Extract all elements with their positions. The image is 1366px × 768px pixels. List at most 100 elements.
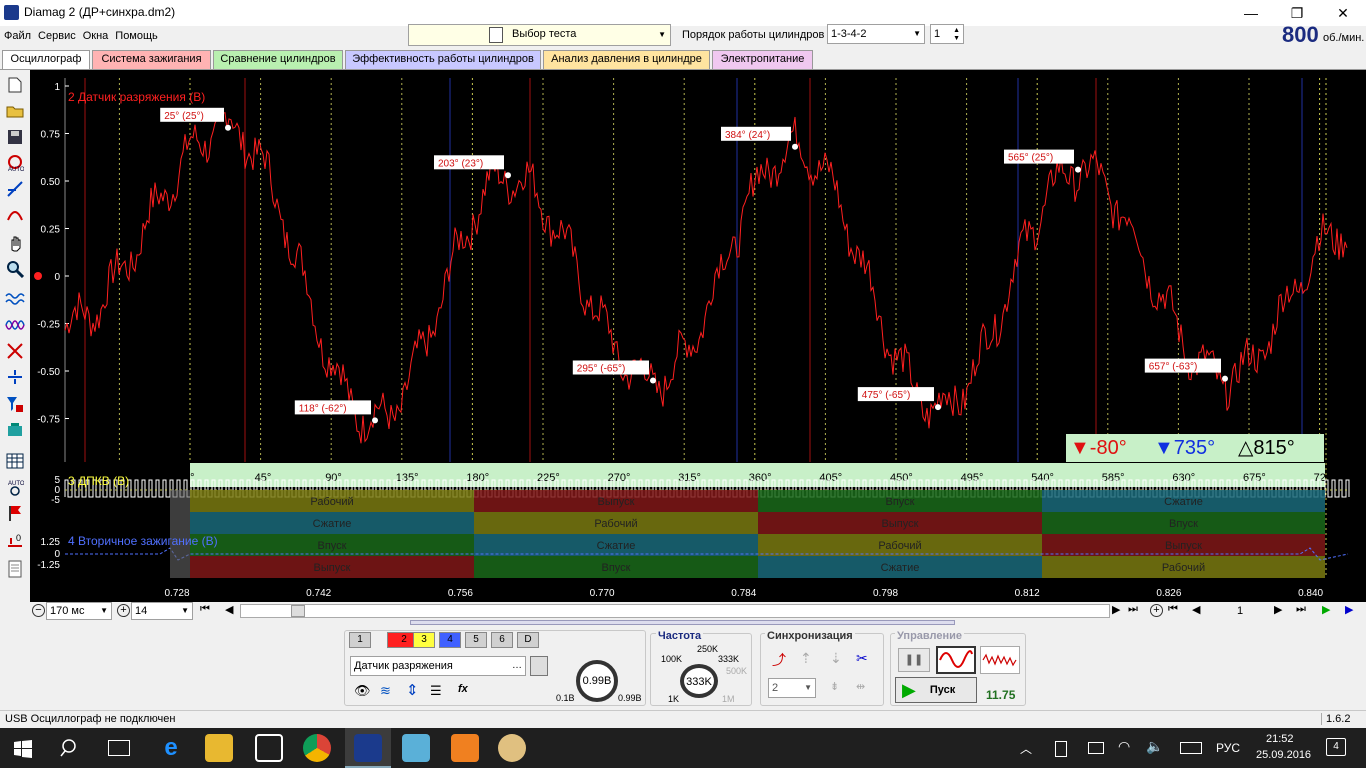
marker-label: 118° (-62°) xyxy=(299,403,347,414)
timebase-select[interactable]: 170 мс ▼ xyxy=(46,602,112,620)
new-file-icon[interactable] xyxy=(4,74,26,96)
keyboard-icon[interactable] xyxy=(1180,742,1202,754)
page-prev-icon[interactable]: ◀ xyxy=(1192,603,1200,616)
expand-icon[interactable] xyxy=(4,340,26,362)
waveform-overlay-icon[interactable] xyxy=(4,288,26,310)
tab-cylinder-efficiency[interactable]: Эффективность работы цилиндров xyxy=(345,50,541,69)
frequency-knob[interactable]: 333K xyxy=(680,664,718,698)
page-next-icon[interactable]: ▶ xyxy=(1274,603,1282,616)
tab-oscilloscope[interactable]: Осциллограф xyxy=(2,50,90,69)
paint-icon[interactable] xyxy=(498,734,526,762)
clock-date: 25.09.2016 xyxy=(1256,749,1312,761)
chrome-icon[interactable] xyxy=(303,734,331,762)
notes-icon[interactable] xyxy=(4,558,26,580)
language-indicator[interactable]: РУС xyxy=(1216,741,1240,755)
freq-label-500k: 500K xyxy=(726,666,748,676)
oscilloscope-view[interactable]: 1 0.75 0.50 0.25 0 -0.25 -0.50 -0.75 25° (25°) 1… xyxy=(30,70,1366,602)
table-icon[interactable] xyxy=(4,450,26,472)
start-button[interactable]: ▶ Пуск xyxy=(895,677,977,703)
maximize-button[interactable]: ❐ xyxy=(1274,2,1320,24)
test-selector[interactable]: Выбор теста ▼ xyxy=(408,24,671,46)
volume-icon[interactable]: 🔈 xyxy=(1146,738,1163,755)
flag-marker-icon[interactable] xyxy=(4,502,26,524)
last-icon[interactable]: ⏭ xyxy=(1128,603,1138,616)
page-last-icon[interactable]: ⏭ xyxy=(1296,603,1306,616)
channel-button-6[interactable]: 6 xyxy=(491,632,513,648)
save-icon[interactable] xyxy=(4,126,26,148)
zoom-in-icon[interactable]: + xyxy=(117,604,130,617)
scrollbar[interactable] xyxy=(240,604,1110,618)
grid-lines-icon[interactable]: ☰ xyxy=(430,683,442,699)
cursor-tool-icon[interactable] xyxy=(4,178,26,200)
diamag-icon[interactable] xyxy=(354,734,382,762)
sensor-config-icon[interactable] xyxy=(530,656,548,676)
menu-windows[interactable]: Окна xyxy=(79,26,112,42)
zoom-out-icon[interactable]: − xyxy=(32,604,45,617)
range-knob[interactable]: 0.99В xyxy=(576,660,618,702)
auto-scale-icon[interactable]: AUTO xyxy=(4,152,26,174)
menu-service[interactable]: Сервис xyxy=(34,26,79,42)
continuous-sweep-button[interactable] xyxy=(980,646,1020,674)
eye-icon[interactable]: 👁 xyxy=(354,683,371,699)
stroke-label: Впуск xyxy=(318,540,347,552)
count-select[interactable]: 14 ▼ xyxy=(131,602,193,620)
app-icon xyxy=(4,5,19,20)
cylinder-order-select[interactable]: 1-3-4-2 ▼ xyxy=(827,24,925,44)
page-first-icon[interactable]: ⏮ xyxy=(1168,603,1178,616)
zoom-icon[interactable] xyxy=(4,258,26,280)
sync-channel-select[interactable]: 2 ▼ xyxy=(768,678,816,698)
sensor-select[interactable]: Датчик разряжения… xyxy=(350,656,526,676)
wifi-icon[interactable]: ◠ xyxy=(1118,738,1130,755)
menu-file[interactable]: Файл xyxy=(0,26,34,42)
explorer-icon[interactable] xyxy=(205,734,233,762)
prev-icon[interactable]: ◀ xyxy=(225,603,233,616)
task-view-icon[interactable] xyxy=(108,740,130,756)
search-icon[interactable] xyxy=(60,738,80,761)
offset-zero-icon[interactable]: 0 xyxy=(4,530,26,552)
hand-pan-icon[interactable] xyxy=(4,232,26,254)
tab-ignition[interactable]: Система зажигания xyxy=(92,50,211,69)
channel-button-4[interactable]: 4 xyxy=(439,632,461,648)
align-icon[interactable] xyxy=(4,366,26,388)
channel-button-5[interactable]: 5 xyxy=(465,632,487,648)
stroke-label: Впуск xyxy=(886,496,915,508)
control-value: 11.75 xyxy=(986,688,1016,702)
waveform-compare-icon[interactable] xyxy=(4,314,26,336)
single-sweep-button[interactable] xyxy=(936,646,976,674)
notification-icon[interactable]: 4 xyxy=(1326,738,1346,756)
vertical-shift-icon[interactable]: ⇕ xyxy=(406,681,419,699)
wave-scale-icon[interactable]: ≋ xyxy=(380,683,391,699)
function-icon[interactable]: fx xyxy=(458,683,468,695)
open-folder-icon[interactable] xyxy=(4,100,26,122)
minimize-button[interactable]: — xyxy=(1228,2,1274,24)
channel-button-1[interactable]: 1 xyxy=(349,632,371,648)
play-blue-icon[interactable]: ▶ xyxy=(1345,603,1353,616)
chevron-up-icon[interactable]: ︿ xyxy=(1020,740,1032,757)
sync-rising-icon[interactable]: ⤴ xyxy=(772,650,792,670)
cylinder-stepper[interactable]: 1 ▲ ▼ xyxy=(930,24,964,44)
measure-icon[interactable] xyxy=(4,204,26,226)
channel-button-D[interactable]: D xyxy=(517,632,539,648)
sync-off-icon[interactable]: ✂ xyxy=(856,650,868,667)
scrollbar-thumb[interactable] xyxy=(291,605,305,617)
next-icon[interactable]: ▶ xyxy=(1112,603,1120,616)
channel-button-3[interactable]: 3 xyxy=(413,632,435,648)
windows-start-icon[interactable] xyxy=(14,740,32,758)
edge-icon[interactable]: e xyxy=(157,734,185,762)
pause-button[interactable]: ❚❚ xyxy=(898,648,930,672)
graph-app-icon[interactable] xyxy=(451,734,479,762)
notes-app-icon[interactable] xyxy=(402,734,430,762)
add-page-icon[interactable]: + xyxy=(1150,604,1163,617)
oscilloscope-canvas[interactable]: 1 0.75 0.50 0.25 0 -0.25 -0.50 -0.75 25° (25°) 1… xyxy=(30,70,1366,602)
close-button[interactable]: ✕ xyxy=(1320,2,1366,24)
menu-help[interactable]: Помощь xyxy=(111,26,161,42)
filter-icon[interactable] xyxy=(4,394,26,416)
engine-icon[interactable] xyxy=(4,420,26,442)
play-green-icon[interactable]: ▶ xyxy=(1322,603,1330,616)
tab-power[interactable]: Электропитание xyxy=(712,50,813,69)
tab-pressure-analysis[interactable]: Анализ давления в цилиндре xyxy=(543,50,710,69)
tab-cylinder-compare[interactable]: Сравнение цилиндров xyxy=(213,50,343,69)
first-page-icon[interactable]: ⏮ xyxy=(200,603,210,616)
auto-sync-icon[interactable]: AUTO xyxy=(4,476,26,498)
store-icon[interactable] xyxy=(255,734,283,762)
